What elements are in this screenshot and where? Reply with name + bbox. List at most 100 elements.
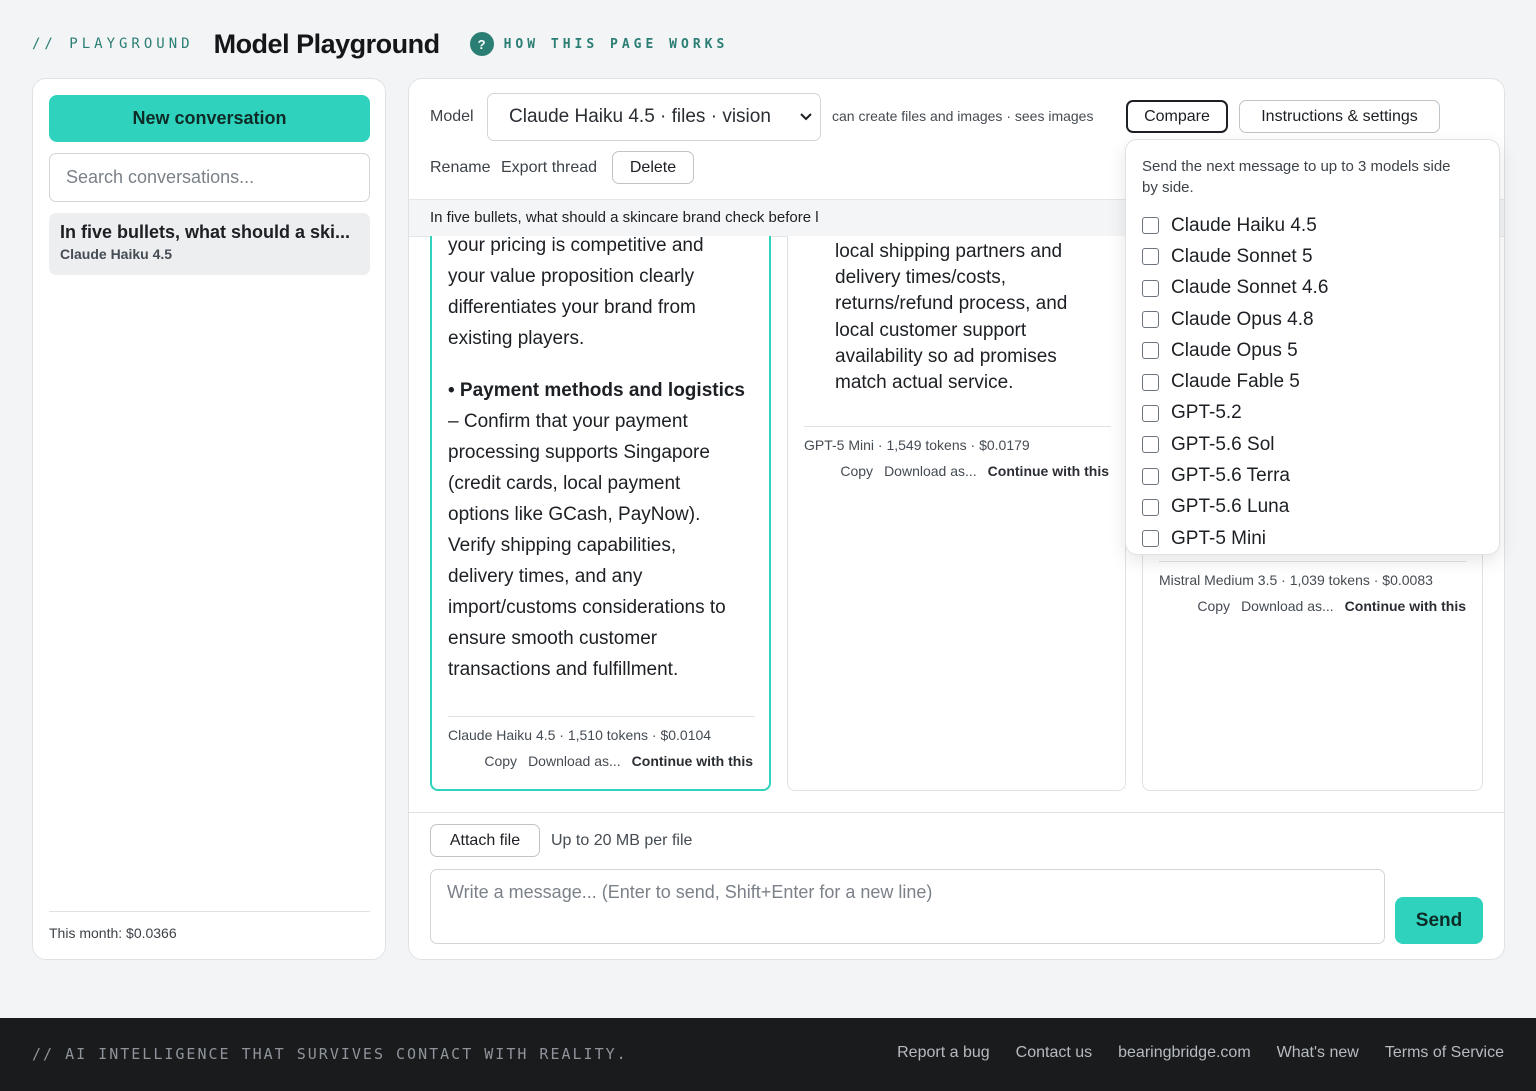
checkbox[interactable] (1142, 498, 1159, 516)
response-meta: Claude Haiku 4.5 · 1,510 tokens · $0.010… (448, 727, 712, 743)
response-line: your value proposition clearly (448, 266, 695, 287)
compare-model-list: Claude Haiku 4.5 Claude Sonnet 5 Claude … (1142, 210, 1483, 554)
how-page-works-link[interactable]: ? HOW THIS PAGE WORKS (469, 32, 729, 56)
rename-link[interactable]: Rename (430, 159, 490, 177)
compare-option[interactable]: GPT-5 Mini (1142, 523, 1483, 554)
compare-option[interactable]: Claude Sonnet 5 (1142, 241, 1483, 272)
conversation-list-item[interactable]: In five bullets, what should a ski... Cl… (49, 213, 370, 275)
compare-option-label: GPT-5 Mini (1171, 527, 1267, 549)
response-line: ensure smooth customer (448, 628, 658, 649)
page-header: // PLAYGROUND Model Playground ? HOW THI… (32, 26, 728, 62)
response-meta: GPT-5 Mini · 1,549 tokens · $0.0179 (804, 437, 1030, 453)
checkbox[interactable] (1142, 467, 1159, 485)
send-button[interactable]: Send (1395, 897, 1483, 944)
compare-option-label: Claude Sonnet 5 (1171, 245, 1313, 267)
message-input[interactable]: Write a message... (Enter to send, Shift… (430, 869, 1385, 944)
compare-option-label: Claude Sonnet 4.6 (1171, 277, 1329, 299)
continue-button[interactable]: Continue with this (632, 753, 753, 769)
continue-button[interactable]: Continue with this (1345, 598, 1466, 614)
download-button[interactable]: Download as... (1241, 598, 1334, 614)
chevron-down-icon (800, 113, 812, 121)
response-line: delivery times, and any (448, 566, 643, 587)
model-label: Model (430, 108, 474, 125)
checkbox[interactable] (1142, 530, 1159, 548)
compare-option[interactable]: Claude Haiku 4.5 (1142, 210, 1483, 241)
response-line: differentiates your brand from (448, 297, 696, 318)
footer-link-site[interactable]: bearingbridge.com (1118, 1044, 1251, 1062)
site-footer: // AI INTELLIGENCE THAT SURVIVES CONTACT… (0, 1018, 1536, 1091)
page-eyebrow: // PLAYGROUND (32, 36, 194, 52)
sidebar-divider (49, 911, 370, 912)
response-line: Verify shipping capabilities, (448, 535, 677, 556)
response-column-claude-haiku: your pricing is competitive and your val… (430, 236, 771, 791)
footer-link-whats-new[interactable]: What's new (1277, 1044, 1359, 1062)
footer-link-report-bug[interactable]: Report a bug (897, 1044, 990, 1062)
compare-option-label: GPT-5.2 (1171, 402, 1242, 424)
search-conversations-input[interactable] (49, 153, 370, 202)
checkbox[interactable] (1142, 311, 1159, 329)
delete-button[interactable]: Delete (612, 151, 694, 184)
download-button[interactable]: Download as... (884, 463, 977, 479)
checkbox[interactable] (1142, 279, 1159, 297)
response-line: availability so ad promises (835, 345, 1057, 367)
continue-button[interactable]: Continue with this (988, 463, 1109, 479)
copy-button[interactable]: Copy (840, 463, 873, 479)
response-line: import/customs considerations to (448, 597, 726, 618)
response-line: existing players. (448, 328, 585, 349)
compare-option[interactable]: Claude Sonnet 4.6 (1142, 273, 1483, 304)
compare-option-label: Claude Fable 5 (1171, 371, 1300, 393)
footer-tagline: // AI INTELLIGENCE THAT SURVIVES CONTACT… (32, 1045, 628, 1063)
compare-option[interactable]: Claude Opus 4.8 (1142, 304, 1483, 335)
model-select-value: Claude Haiku 4.5 · files · vision (509, 106, 771, 127)
checkbox[interactable] (1142, 373, 1159, 391)
footer-link-contact[interactable]: Contact us (1016, 1044, 1092, 1062)
instructions-settings-button[interactable]: Instructions & settings (1239, 100, 1440, 133)
compare-option-label: GPT-5.6 Luna (1171, 496, 1290, 518)
compare-option[interactable]: Claude Fable 5 (1142, 366, 1483, 397)
compare-option[interactable]: GPT-5.2 (1142, 398, 1483, 429)
response-column-gpt5-mini: local shipping partners and delivery tim… (787, 236, 1126, 791)
compare-option-label: Claude Opus 5 (1171, 339, 1298, 361)
checkbox[interactable] (1142, 404, 1159, 422)
footer-link-terms[interactable]: Terms of Service (1385, 1044, 1504, 1062)
compare-option-label: GPT-5.6 Terra (1171, 465, 1290, 487)
download-button[interactable]: Download as... (528, 753, 621, 769)
compare-dropdown: Send the next message to up to 3 models … (1125, 139, 1500, 555)
compare-option[interactable]: GPT-5.6 Luna (1142, 492, 1483, 523)
checkbox[interactable] (1142, 342, 1159, 360)
conversation-sidebar: New conversation In five bullets, what s… (32, 78, 386, 960)
conversation-model: Claude Haiku 4.5 (60, 246, 173, 262)
response-line: (credit cards, local payment (448, 473, 681, 494)
compare-option-label: GPT-5.6 Sol (1171, 433, 1275, 455)
new-conversation-button[interactable]: New conversation (49, 95, 370, 142)
response-line: local shipping partners and (835, 241, 1063, 262)
copy-button[interactable]: Copy (484, 753, 517, 769)
response-line: – Confirm that your payment (448, 411, 688, 432)
attach-file-button[interactable]: Attach file (430, 824, 540, 857)
response-line: options like GCash, PayNow). (448, 504, 701, 525)
compare-option[interactable]: GPT-5.6 Sol (1142, 429, 1483, 460)
response-line: match actual service. (835, 372, 1014, 394)
compare-button[interactable]: Compare (1126, 100, 1228, 133)
response-actions: Copy Download as... Continue with this (1197, 598, 1466, 614)
compare-option[interactable]: Claude Opus 5 (1142, 335, 1483, 366)
month-spend: This month: $0.0366 (49, 925, 177, 941)
response-line: your pricing is competitive and (448, 236, 704, 256)
response-actions: Copy Download as... Continue with this (484, 753, 753, 769)
response-line: transactions and fulfillment. (448, 659, 679, 680)
response-text: local shipping partners and delivery tim… (835, 239, 1125, 396)
compare-description: Send the next message to up to 3 models … (1142, 158, 1451, 196)
checkbox[interactable] (1142, 217, 1159, 235)
checkbox[interactable] (1142, 436, 1159, 454)
compare-option-label: Claude Haiku 4.5 (1171, 214, 1317, 236)
copy-button[interactable]: Copy (1197, 598, 1230, 614)
response-line: processing supports Singapore (448, 442, 710, 463)
response-bullet-heading: • Payment methods and logistics (448, 380, 745, 401)
response-divider (448, 716, 755, 717)
model-select[interactable]: Claude Haiku 4.5 · files · vision (487, 93, 821, 141)
checkbox[interactable] (1142, 248, 1159, 266)
export-thread-link[interactable]: Export thread (501, 159, 597, 177)
how-page-works-label: HOW THIS PAGE WORKS (503, 36, 729, 52)
compare-option[interactable]: GPT-5.6 Terra (1142, 460, 1483, 491)
compare-option-label: Claude Opus 4.8 (1171, 308, 1314, 330)
